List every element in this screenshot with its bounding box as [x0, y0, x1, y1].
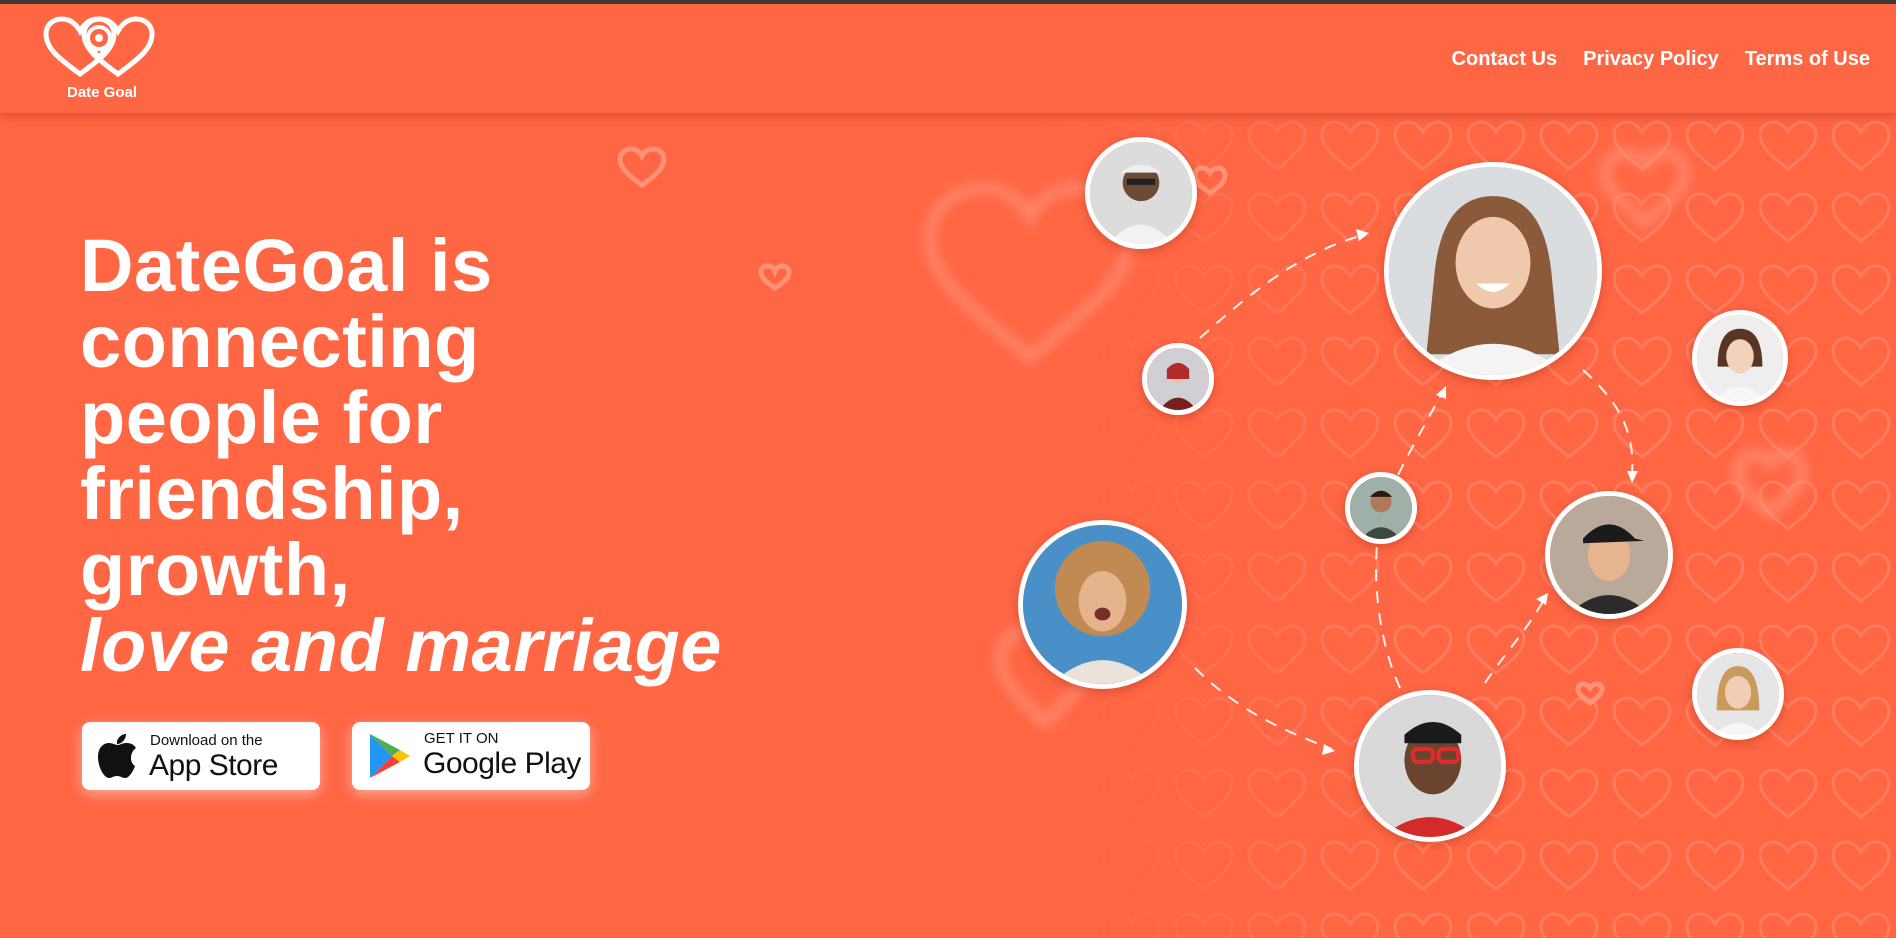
apple-icon [98, 734, 136, 778]
nav-privacy-policy[interactable]: Privacy Policy [1583, 48, 1719, 71]
avatar-woman-blonde[interactable] [1692, 648, 1784, 740]
hero-line: friendship, [80, 452, 464, 535]
top-nav: Contact Us Privacy Policy Terms of Use [1452, 48, 1870, 71]
avatar-man-cap[interactable] [1545, 491, 1673, 619]
portrait-image [1697, 653, 1779, 735]
portrait-image [1147, 348, 1209, 410]
google-play-icon [370, 734, 410, 778]
hero-line: DateGoal is [80, 224, 493, 307]
hearts-pin-logo-icon [43, 16, 155, 78]
google-play-big-text: Google Play [423, 747, 581, 780]
portrait-image [1550, 496, 1668, 614]
nav-contact-us[interactable]: Contact Us [1452, 48, 1558, 71]
portrait-image [1697, 315, 1783, 401]
hero-line: connecting [80, 300, 480, 383]
avatar-woman-red-scarf[interactable] [1142, 343, 1214, 415]
avatar-woman-curly-hair[interactable] [1018, 520, 1187, 689]
google-play-small-text: GET IT ON [424, 730, 499, 747]
portrait-image [1389, 167, 1597, 375]
nav-terms-of-use[interactable]: Terms of Use [1745, 48, 1870, 71]
date-goal-logo[interactable]: Date Goal [40, 14, 164, 106]
app-store-big-text: App Store [149, 749, 278, 782]
hero-line-italic: love and marriage [80, 604, 722, 687]
site-header: Date Goal Contact Us Privacy Policy Term… [0, 4, 1896, 113]
avatar-man-red-glasses[interactable] [1354, 690, 1506, 842]
portrait-image [1359, 695, 1501, 837]
avatar-man-glasses[interactable] [1085, 137, 1197, 249]
brand-name: Date Goal [66, 84, 138, 101]
google-play-button[interactable]: GET IT ON Google Play [352, 722, 590, 790]
portrait-image [1090, 142, 1192, 244]
app-store-button[interactable]: Download on the App Store [82, 722, 320, 790]
avatar-woman-smiling-large[interactable] [1384, 162, 1602, 380]
avatar-man-small[interactable] [1345, 472, 1417, 544]
hero-line: growth, [80, 528, 351, 611]
portrait-image [1023, 525, 1182, 684]
app-store-small-text: Download on the [150, 732, 263, 749]
portrait-image [1350, 477, 1412, 539]
hero-line: people for [80, 376, 443, 459]
hero-headline: DateGoal is connecting people for friend… [80, 228, 722, 684]
avatar-woman-hand-chin[interactable] [1692, 310, 1788, 406]
